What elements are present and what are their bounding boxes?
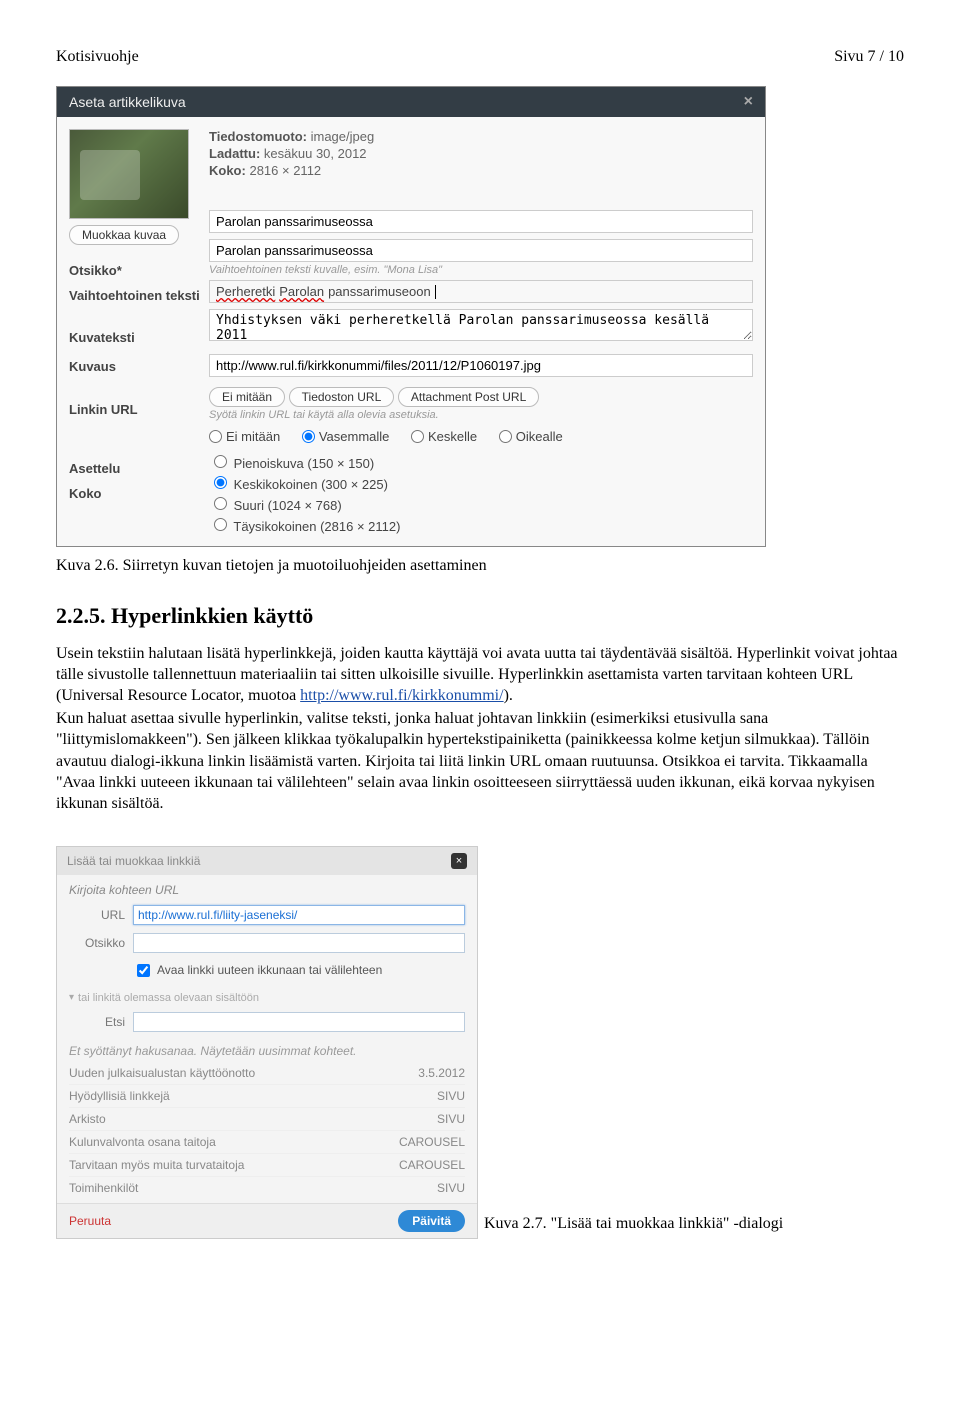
doc-title: Kotisivuohje <box>56 48 139 66</box>
align-left-radio[interactable]: Vasemmalle <box>302 429 390 444</box>
page-number: Sivu 7 / 10 <box>834 48 904 66</box>
body-paragraph-1: Usein tekstiin halutaan lisätä hyperlink… <box>56 643 904 706</box>
meta-value-format: image/jpeg <box>311 129 375 144</box>
link-url-input[interactable] <box>209 354 753 377</box>
meta-label-size: Koko: <box>209 163 246 178</box>
new-window-label: Avaa linkki uuteen ikkunaan tai välileht… <box>157 963 382 977</box>
dialog2-title: Lisää tai muokkaa linkkiä <box>67 854 200 868</box>
alt-input[interactable] <box>209 239 753 262</box>
dialog2-section1: Kirjoita kohteen URL <box>57 875 477 901</box>
insert-edit-link-dialog: Lisää tai muokkaa linkkiä × Kirjoita koh… <box>56 846 478 1239</box>
size-medium-radio[interactable]: Keskikokoinen (300 × 225) <box>209 473 753 492</box>
field-label-linkurl: Linkin URL <box>69 402 205 417</box>
title-label: Otsikko <box>69 936 133 950</box>
figure-caption-27: Kuva 2.7. "Lisää tai muokkaa linkkiä" -d… <box>484 1215 783 1239</box>
edit-image-button[interactable]: Muokkaa kuvaa <box>69 225 179 245</box>
link-none-button[interactable]: Ei mitään <box>209 387 285 407</box>
new-window-checkbox[interactable] <box>137 964 150 977</box>
figure-caption-26: Kuva 2.6. Siirretyn kuvan tietojen ja mu… <box>56 557 904 575</box>
search-label: Etsi <box>69 1015 133 1029</box>
caption-input[interactable]: Perheretki Parolan panssarimuseoon <box>209 280 753 303</box>
section-heading-225: 2.2.5. Hyperlinkkien käyttö <box>56 603 904 629</box>
link-existing-toggle[interactable]: tai linkitä olemassa olevaan sisältöön <box>57 984 477 1008</box>
search-input[interactable] <box>133 1012 465 1032</box>
result-row[interactable]: ArkistoSIVU <box>69 1107 465 1130</box>
field-label-size: Koko <box>69 486 205 501</box>
field-label-align: Asettelu <box>69 461 205 476</box>
link-attachment-button[interactable]: Attachment Post URL <box>398 387 539 407</box>
result-row[interactable]: ToimihenkilötSIVU <box>69 1176 465 1199</box>
align-center-radio[interactable]: Keskelle <box>411 429 477 444</box>
set-featured-image-dialog: Aseta artikkelikuva × Muokkaa kuvaa Otsi… <box>56 86 766 547</box>
field-label-caption: Kuvateksti <box>69 330 205 345</box>
result-row[interactable]: Hyödyllisiä linkkejäSIVU <box>69 1084 465 1107</box>
size-thumb-radio[interactable]: Pienoiskuva (150 × 150) <box>209 452 753 471</box>
modal-title: Aseta artikkelikuva <box>69 94 186 110</box>
size-radio-group: Pienoiskuva (150 × 150) Keskikokoinen (3… <box>209 452 753 534</box>
update-button[interactable]: Päivitä <box>398 1210 465 1232</box>
field-label-alt: Vaihtoehtoinen teksti <box>69 288 205 304</box>
close-icon[interactable]: × <box>451 853 467 869</box>
align-none-radio[interactable]: Ei mitään <box>209 429 280 444</box>
field-label-desc: Kuvaus <box>69 359 205 374</box>
title-input[interactable] <box>133 933 465 953</box>
close-icon[interactable]: × <box>744 93 753 111</box>
result-row[interactable]: Uuden julkaisualustan käyttöönotto3.5.20… <box>69 1062 465 1084</box>
link-fileurl-button[interactable]: Tiedoston URL <box>289 387 395 407</box>
image-thumbnail <box>69 129 189 219</box>
alt-hint: Vaihtoehtoinen teksti kuvalle, esim. "Mo… <box>209 264 753 276</box>
align-right-radio[interactable]: Oikealle <box>499 429 563 444</box>
linkurl-hint: Syötä linkin URL tai käytä alla olevia a… <box>209 409 753 421</box>
title-input[interactable] <box>209 210 753 233</box>
meta-label-format: Tiedostomuoto: <box>209 129 307 144</box>
size-full-radio[interactable]: Täysikokoinen (2816 × 2112) <box>209 515 753 534</box>
example-url-link[interactable]: http://www.rul.fi/kirkkonummi/ <box>300 687 503 704</box>
url-input[interactable] <box>133 905 465 925</box>
url-label: URL <box>69 908 133 922</box>
cancel-link[interactable]: Peruuta <box>69 1214 111 1228</box>
align-radio-group: Ei mitään Vasemmalle Keskelle Oikealle <box>209 429 753 446</box>
result-row[interactable]: Tarvitaan myös muita turvataitojaCAROUSE… <box>69 1153 465 1176</box>
meta-value-size: 2816 × 2112 <box>249 163 321 178</box>
meta-label-loaded: Ladattu: <box>209 146 260 161</box>
description-input[interactable]: Yhdistyksen väki perheretkellä Parolan p… <box>209 309 753 341</box>
body-paragraph-2: Kun haluat asettaa sivulle hyperlinkin, … <box>56 708 904 814</box>
result-row[interactable]: Kulunvalvonta osana taitojaCAROUSEL <box>69 1130 465 1153</box>
size-large-radio[interactable]: Suuri (1024 × 768) <box>209 494 753 513</box>
meta-value-loaded: kesäkuu 30, 2012 <box>264 146 367 161</box>
field-label-title: Otsikko* <box>69 263 205 278</box>
results-note: Et syöttänyt hakusanaa. Näytetään uusimm… <box>69 1040 465 1062</box>
